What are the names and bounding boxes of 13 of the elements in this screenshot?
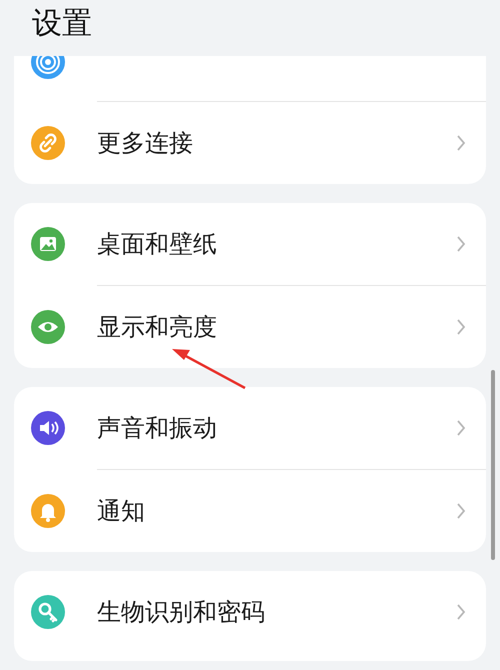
settings-item[interactable]: 声音和振动 [14,387,486,469]
settings-item[interactable]: 更多连接 [97,101,486,184]
chevron-right-icon [456,318,466,336]
chevron-right-icon [456,134,466,152]
page-title: 设置 [32,5,92,43]
settings-item[interactable]: 通知 [97,469,486,552]
chevron-right-icon [456,603,466,621]
chevron-right-icon [456,419,466,437]
settings-item[interactable]: 显示和亮度 [97,285,486,368]
chevron-right-icon [456,502,466,520]
settings-item[interactable]: 生物识别和密码 [14,571,486,653]
settings-item[interactable]: 桌面和壁纸 [14,203,486,285]
chevron-right-icon [456,235,466,253]
